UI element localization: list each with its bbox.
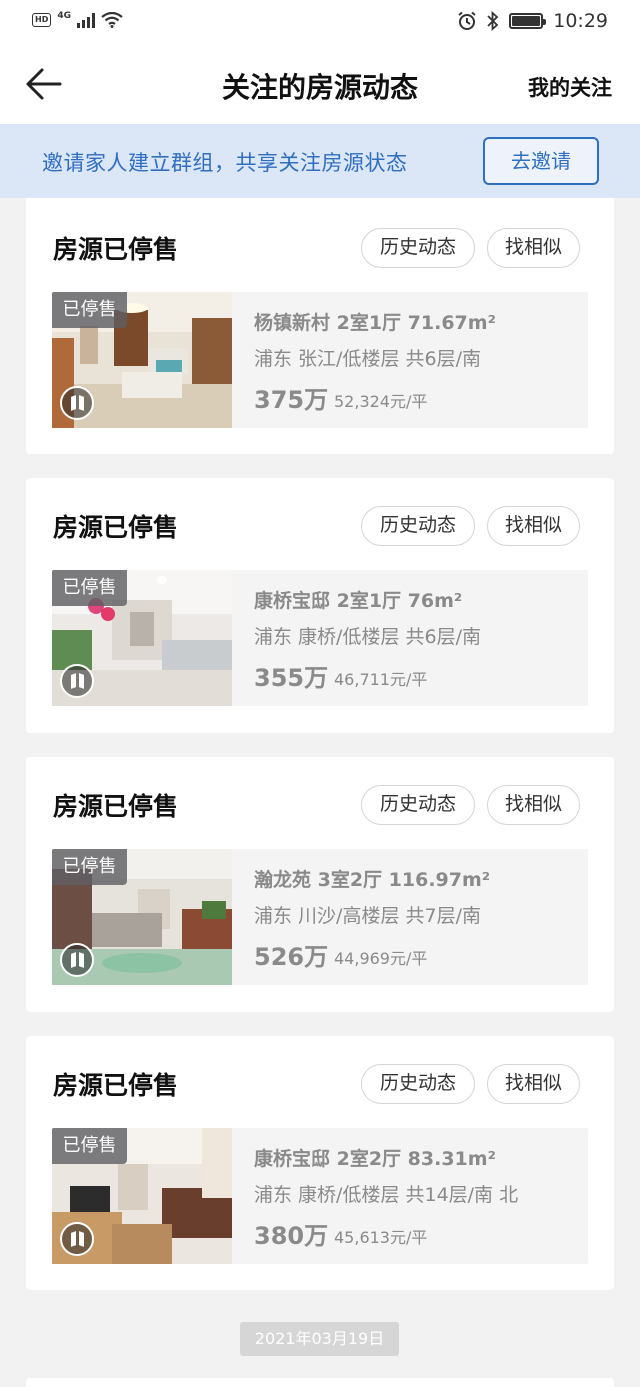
listing-photo: 已停售 [52,570,232,706]
invite-banner-text: 邀请家人建立群组，共享关注房源状态 [42,151,408,175]
bluetooth-icon [487,11,499,31]
listing-item[interactable]: 已停售 康桥宝邸 2室2厅 83.31m² 浦东 康桥/低楼层 共14层/南 北… [52,1128,588,1264]
listing-unit-price: 46,711元/平 [334,670,428,689]
history-button[interactable]: 历史动态 [361,228,475,268]
listing-title: 康桥宝邸 2室2厅 83.31m² [254,1148,496,1170]
status-bar: HD 4G 10:29 [0,0,640,44]
card-status-title: 房源已停售 [53,513,179,542]
listing-location: 浦东 张江/低楼层 共6层/南 [254,348,481,370]
listing-photo: 已停售 [52,849,232,985]
date-divider: 2021年03月19日 [240,1322,399,1356]
listing-item[interactable]: 已停售 杨镇新村 2室1厅 71.67m² 浦东 张江/低楼层 共6层/南 37… [52,292,588,428]
listing-unit-price: 45,613元/平 [334,1228,428,1247]
status-time: 10:29 [553,10,608,32]
find-similar-button[interactable]: 找相似 [487,228,580,268]
find-similar-button[interactable]: 找相似 [487,506,580,546]
vr-tour-icon[interactable] [60,1222,94,1256]
listing-title: 康桥宝邸 2室1厅 76m² [254,590,463,612]
listing-price: 526万 [254,943,329,971]
sold-out-badge: 已停售 [52,1128,127,1164]
listing-card: 房源已停售 历史动态 找相似 已停售 康桥宝邸 2室1厅 76m² 浦东 康桥/… [26,478,614,733]
invite-button[interactable]: 去邀请 [483,137,599,185]
history-button[interactable]: 历史动态 [361,506,475,546]
vr-tour-icon[interactable] [60,943,94,977]
find-similar-button[interactable]: 找相似 [487,785,580,825]
listing-unit-price: 44,969元/平 [334,949,428,968]
network-type: 4G [57,11,71,21]
card-status-title: 房源已停售 [53,1071,179,1100]
listing-location: 浦东 康桥/低楼层 共6层/南 [254,626,481,648]
listing-title: 瀚龙苑 3室2厅 116.97m² [254,869,491,891]
my-follows-link[interactable]: 我的关注 [528,72,612,102]
listing-item[interactable]: 已停售 康桥宝邸 2室1厅 76m² 浦东 康桥/低楼层 共6层/南 355万 … [52,570,588,706]
sold-out-badge: 已停售 [52,849,127,885]
card-status-title: 房源已停售 [53,235,179,264]
listing-location: 浦东 康桥/低楼层 共14层/南 北 [254,1184,519,1206]
nav-bar: 关注的房源动态 我的关注 [0,44,640,124]
vr-tour-icon[interactable] [60,664,94,698]
listing-title: 杨镇新村 2室1厅 71.67m² [254,312,496,334]
sold-out-badge: 已停售 [52,292,127,328]
listing-price: 380万 [254,1222,329,1250]
history-button[interactable]: 历史动态 [361,1064,475,1104]
listing-card: 房源已停售 历史动态 找相似 已停售 瀚龙苑 3室2厅 116.97m² 浦东 … [26,757,614,1012]
hd-icon: HD [32,13,52,27]
card-status-title: 房源已停售 [53,792,179,821]
listing-price: 355万 [254,664,329,692]
listing-card: 房源已停售 历史动态 找相似 已停售 康桥宝邸 2室2厅 83.31m² 浦东 … [26,1036,614,1290]
signal-icon [77,12,95,28]
battery-icon [509,13,547,29]
vr-tour-icon[interactable] [60,386,94,420]
wifi-icon [101,12,123,28]
listing-location: 浦东 川沙/高楼层 共7层/南 [254,905,481,927]
history-button[interactable]: 历史动态 [361,785,475,825]
listing-card: 房源已停售 历史动态 找相似 已停售 杨镇新村 2室1厅 71.67m² 浦东 [26,198,614,454]
listing-unit-price: 52,324元/平 [334,392,428,411]
listing-price: 375万 [254,386,329,414]
listing-card-partial [26,1378,614,1387]
find-similar-button[interactable]: 找相似 [487,1064,580,1104]
sold-out-badge: 已停售 [52,570,127,606]
alarm-icon [458,11,476,30]
listing-photo: 已停售 [52,1128,232,1264]
listing-photo: 已停售 [52,292,232,428]
listing-item[interactable]: 已停售 瀚龙苑 3室2厅 116.97m² 浦东 川沙/高楼层 共7层/南 52… [52,849,588,985]
